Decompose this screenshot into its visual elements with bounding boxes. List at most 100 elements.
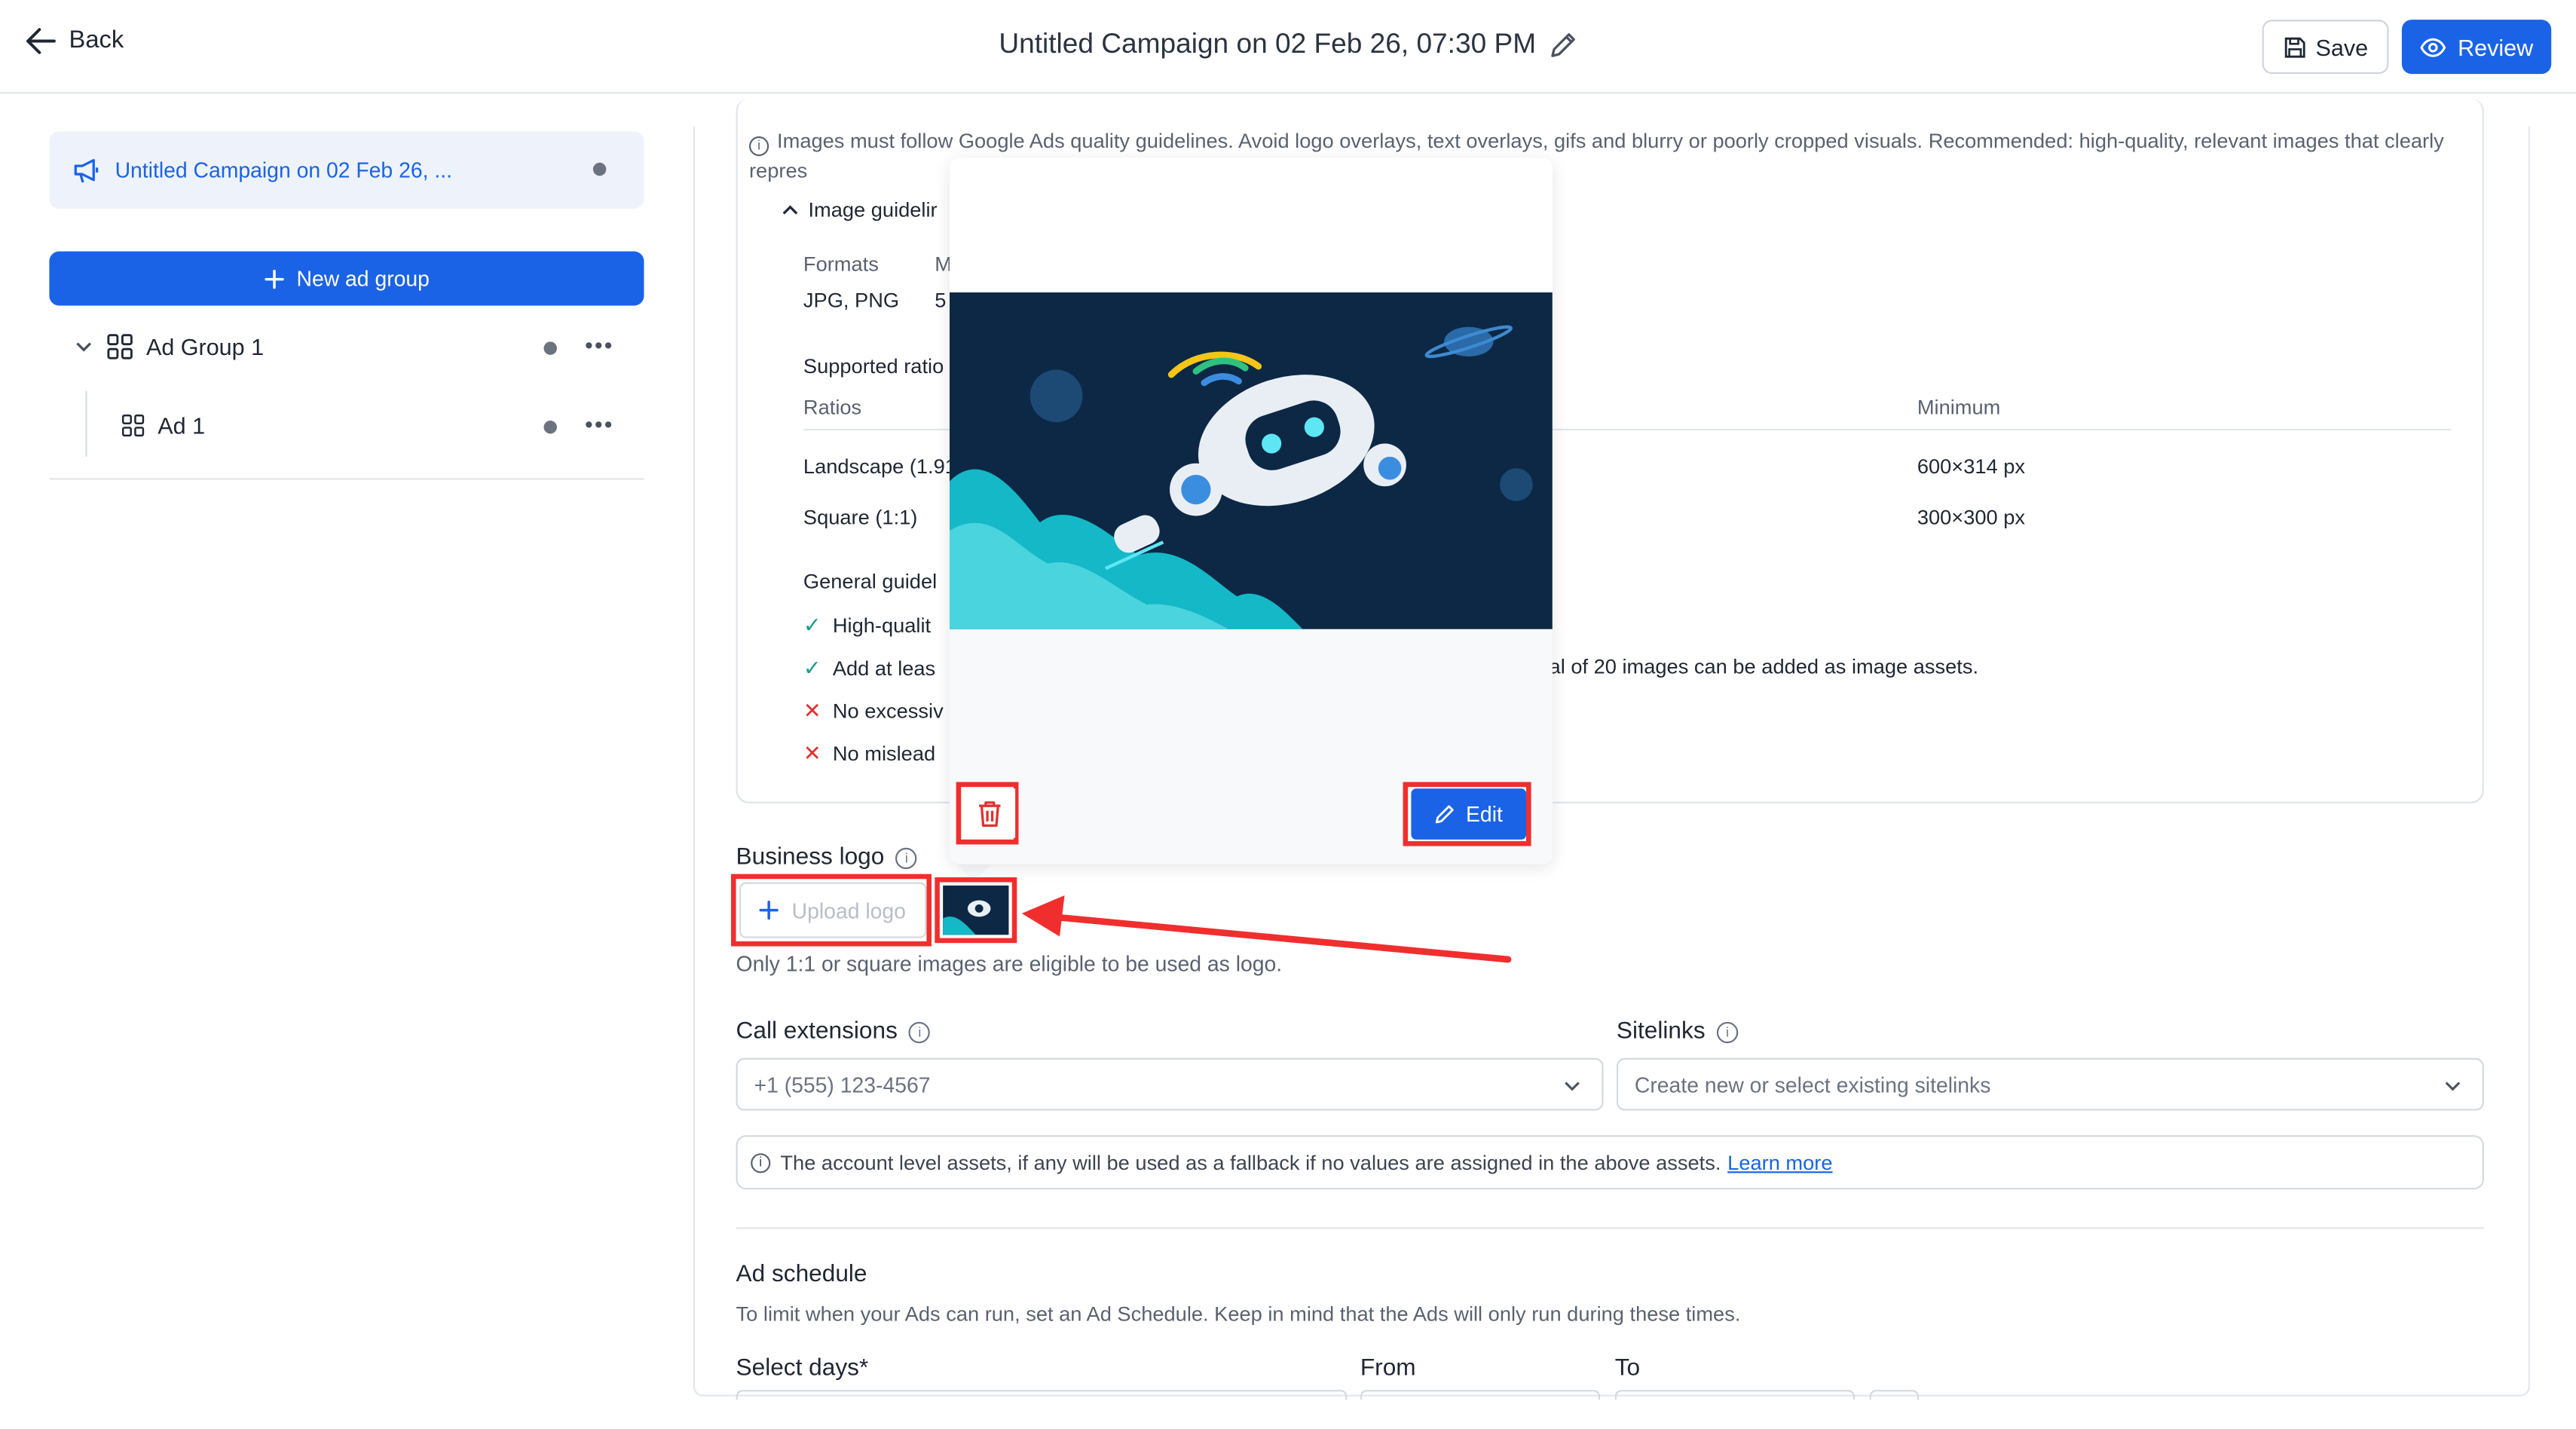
sidebar-item-ad-group[interactable]: Ad Group 1 [74, 333, 264, 360]
guideline-text: High-qualit [832, 614, 932, 638]
guideline-text: No mislead [832, 742, 936, 766]
landscape-min: 600×314 px [1917, 454, 2026, 479]
call-extensions-placeholder: +1 (555) 123-4567 [754, 1072, 931, 1097]
from-label: From [1360, 1355, 1416, 1382]
review-label: Review [2458, 33, 2534, 60]
ad-group-label: Ad Group 1 [146, 333, 265, 360]
landscape-label: Landscape (1.91 [803, 454, 956, 479]
chevron-down-icon[interactable] [74, 337, 93, 356]
notice-text: The account level assets, if any will be… [780, 1150, 1721, 1174]
eye-icon [2420, 37, 2446, 57]
minimum-header: Minimum [1917, 396, 2001, 419]
section-divider [736, 1227, 2484, 1229]
sidebar-divider [49, 478, 644, 480]
grid-icon [121, 414, 145, 437]
ad-more-icon[interactable]: ••• [585, 411, 614, 437]
call-extensions-select[interactable]: +1 (555) 123-4567 [736, 1057, 1604, 1111]
robot-illustration [949, 292, 1553, 629]
supported-ratios-title: Supported ratio [803, 354, 944, 378]
to-time-input[interactable] [1614, 1390, 1855, 1400]
guideline-text: Add at leas [832, 656, 936, 681]
sidebar-campaign-item[interactable]: Untitled Campaign on 02 Feb 26, ... [49, 131, 644, 209]
review-button[interactable]: Review [2401, 20, 2552, 75]
chevron-up-icon [782, 199, 799, 222]
new-ad-group-label: New ad group [296, 266, 430, 291]
pencil-icon [1436, 805, 1455, 824]
select-days-label: Select days* [736, 1355, 869, 1382]
square-label: Square (1:1) [803, 506, 918, 529]
business-logo-label: Business logo [736, 844, 885, 871]
save-label: Save [2315, 33, 2369, 60]
select-days-input[interactable] [736, 1390, 1348, 1400]
logo-preview-popup [949, 158, 1553, 864]
upload-logo-label: Upload logo [791, 898, 906, 923]
save-button[interactable]: Save [2262, 20, 2389, 75]
top-bar: Back Untitled Campaign on 02 Feb 26, 07:… [0, 0, 2576, 94]
check-icon: ✓ [803, 655, 821, 681]
chevron-down-icon [2445, 1082, 2461, 1091]
logo-thumbnail[interactable] [943, 885, 1009, 935]
guideline-item: ✓ Add at leas [803, 656, 935, 682]
formats-value: JPG, PNG [803, 289, 900, 313]
guideline-item: ✓ High-qualit [803, 613, 931, 639]
sitelinks-label-row: Sitelinks i [1616, 1018, 1739, 1045]
ad-group-status-dot [543, 341, 557, 355]
to-label: To [1614, 1355, 1641, 1382]
popup-header-area [949, 158, 1553, 293]
guideline-text-tail: al of 20 images can be added as image as… [1549, 655, 1979, 679]
guideline-item: ✕ No excessiv [803, 698, 944, 724]
logo-preview-image [949, 292, 1553, 629]
ad-group-more-icon[interactable]: ••• [585, 332, 614, 358]
grid-icon [107, 334, 133, 360]
ad-schedule-title: Ad schedule [736, 1262, 867, 1288]
general-guidelines-title: General guidel [803, 570, 938, 593]
tree-connector [85, 390, 87, 457]
info-icon: i [748, 136, 769, 157]
edit-logo-button[interactable]: Edit [1411, 788, 1527, 840]
sidebar-item-ad[interactable]: Ad 1 [121, 412, 205, 439]
trash-icon [978, 800, 1000, 826]
guideline-text: No excessiv [832, 699, 944, 724]
ad-status-dot [543, 421, 557, 434]
info-icon[interactable]: i [1716, 1020, 1739, 1043]
guideline-item: ✕ No mislead [803, 741, 935, 767]
from-time-input[interactable] [1360, 1390, 1601, 1400]
info-icon[interactable]: i [895, 846, 917, 869]
x-icon: ✕ [803, 698, 821, 724]
square-min: 300×300 px [1917, 506, 2026, 529]
campaign-label: Untitled Campaign on 02 Feb 26, ... [115, 158, 452, 182]
floppy-disk-icon [2284, 36, 2305, 57]
formats-value-2: 5 [935, 289, 947, 313]
remove-schedule-button[interactable] [1869, 1390, 1920, 1400]
sitelinks-label: Sitelinks [1616, 1018, 1706, 1045]
sitelinks-select[interactable]: Create new or select existing sitelinks [1616, 1057, 2484, 1111]
learn-more-link[interactable]: Learn more [1727, 1151, 1832, 1174]
plus-icon [759, 900, 779, 920]
formats-header: Formats [803, 252, 879, 277]
new-ad-group-button[interactable]: New ad group [49, 251, 644, 306]
upload-logo-button[interactable]: Upload logo [739, 882, 927, 938]
call-extensions-label: Call extensions [736, 1018, 898, 1045]
chevron-down-icon [1565, 1082, 1580, 1091]
info-icon: i [751, 1152, 771, 1173]
robot-thumbnail-image [943, 885, 1009, 935]
logo-hint: Only 1:1 or square images are eligible t… [736, 951, 1283, 976]
sitelinks-placeholder: Create new or select existing sitelinks [1634, 1072, 1991, 1097]
image-guidelines-toggle[interactable]: Image guidelir [782, 199, 938, 222]
business-logo-label-row: Business logo i [736, 844, 917, 871]
page-title: Untitled Campaign on 02 Feb 26, 07:30 PM [999, 28, 1537, 60]
page-title-area: Untitled Campaign on 02 Feb 26, 07:30 PM [0, 28, 2576, 61]
pencil-icon[interactable] [1550, 30, 1577, 58]
x-icon: ✕ [803, 741, 821, 766]
edit-label: Edit [1466, 801, 1503, 827]
ad-label: Ad 1 [158, 412, 206, 439]
ad-schedule-description: To limit when your Ads can run, set an A… [736, 1302, 1741, 1326]
check-icon: ✓ [803, 613, 821, 638]
image-guidelines-label: Image guidelir [808, 198, 938, 222]
plus-icon [264, 268, 283, 289]
info-icon[interactable]: i [909, 1020, 931, 1043]
delete-logo-button[interactable] [962, 788, 1016, 838]
megaphone-icon [74, 158, 99, 182]
fallback-notice: i The account level assets, if any will … [736, 1135, 2484, 1190]
status-dot [592, 162, 607, 176]
